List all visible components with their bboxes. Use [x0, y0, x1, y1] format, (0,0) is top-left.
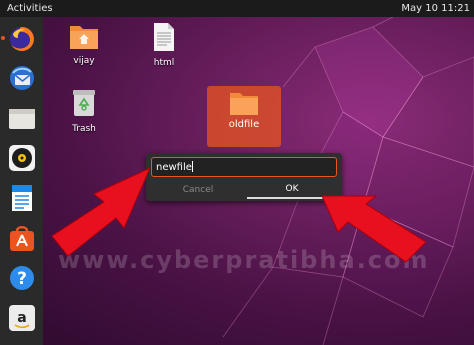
- clock[interactable]: May 10 11:21: [401, 3, 470, 14]
- watermark: www.cyberpratibha.com: [58, 246, 430, 274]
- rhythmbox-icon[interactable]: [7, 143, 37, 173]
- files-icon[interactable]: [7, 103, 37, 133]
- svg-text:a: a: [17, 310, 26, 326]
- text-file-icon: [154, 23, 174, 51]
- ok-button[interactable]: OK: [247, 181, 337, 199]
- desktop-item-html[interactable]: html: [136, 22, 192, 68]
- filename-value: newfile: [156, 162, 192, 173]
- desktop-item-label: html: [153, 58, 175, 68]
- desktop-item-vijay[interactable]: vijay: [56, 22, 112, 66]
- cancel-button[interactable]: Cancel: [151, 181, 245, 199]
- top-bar: Activities May 10 11:21: [0, 0, 474, 17]
- rename-popover: newfile Cancel OK: [146, 153, 342, 201]
- desktop-item-label: oldfile: [228, 119, 260, 130]
- text-caret: [191, 161, 193, 172]
- desktop-item-oldfile[interactable]: oldfile: [207, 86, 281, 147]
- dock: ? a: [0, 17, 43, 345]
- desktop-item-label: vijay: [73, 56, 95, 66]
- help-icon[interactable]: ?: [7, 263, 37, 293]
- firefox-icon[interactable]: [7, 24, 37, 54]
- trash-icon: [73, 90, 95, 116]
- filename-input[interactable]: newfile: [151, 157, 337, 177]
- folder-home-icon: [70, 26, 98, 49]
- desktop-item-label: Trash: [72, 124, 96, 134]
- amazon-icon[interactable]: a: [7, 303, 37, 333]
- software-icon[interactable]: [7, 223, 37, 253]
- folder-icon: [230, 93, 258, 115]
- desktop-item-trash[interactable]: Trash: [56, 88, 112, 134]
- running-indicator: [1, 36, 5, 40]
- svg-text:?: ?: [17, 269, 27, 289]
- thunderbird-icon[interactable]: [7, 63, 37, 93]
- activities-button[interactable]: Activities: [7, 3, 53, 14]
- writer-icon[interactable]: [7, 183, 37, 213]
